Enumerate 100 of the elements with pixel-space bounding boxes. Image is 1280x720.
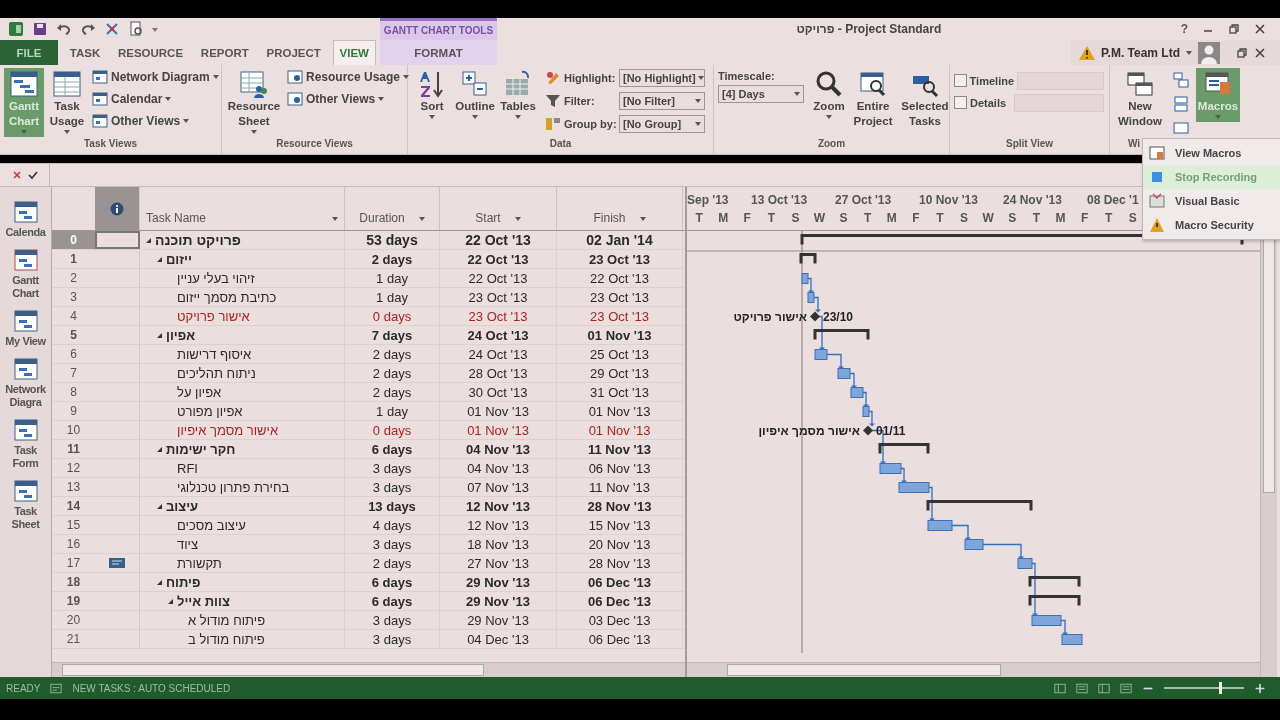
finish-date-cell: 20 Nov '13: [588, 536, 651, 552]
finish-date-cell: 01 Nov '13: [588, 422, 651, 438]
window-title: פרויקט - Project Standard: [795, 22, 943, 36]
start-date-cell: 12 Nov '13: [466, 498, 530, 514]
finish-date-cell: 23 Oct '13: [589, 251, 650, 267]
start-date-cell: 01 Nov '13: [467, 422, 529, 438]
duration-cell: 2 days: [372, 346, 412, 362]
start-date-cell: 01 Nov '13: [467, 403, 529, 419]
timescale-day: T: [855, 210, 880, 225]
context-tab-label: GANTT CHART TOOLS: [380, 18, 497, 40]
finish-date-cell: 23 Oct '13: [590, 289, 649, 305]
duration-cell: 6 days: [371, 574, 413, 590]
milestone-date: 01/11: [876, 423, 906, 438]
timescale-day: F: [735, 210, 760, 225]
task-name: איסוף דרישות: [177, 346, 252, 362]
start-date-cell: 23 Oct '13: [468, 308, 528, 324]
task-name: תקשורת: [177, 555, 222, 571]
start-date-cell: 04 Dec '13: [467, 631, 529, 647]
task-name: RFI: [177, 460, 198, 476]
field-label: Timescale:: [718, 70, 776, 82]
status-text: READY: [6, 682, 41, 694]
timescale-day: S: [1000, 210, 1025, 225]
timescale-day: M: [879, 210, 904, 225]
start-date-cell: 29 Nov '13: [467, 612, 529, 628]
timescale-label: 08 Dec '1: [1087, 192, 1139, 207]
start-date-cell: 30 Oct '13: [468, 384, 528, 400]
timescale-day: T: [1024, 210, 1049, 225]
duration-cell: 3 days: [372, 612, 412, 628]
duration-cell: 2 days: [372, 365, 412, 381]
finish-date-cell: 06 Dec '13: [587, 593, 652, 609]
timescale-day: M: [1048, 210, 1073, 225]
duration-cell: 6 days: [371, 441, 413, 457]
task-name: זיהוי בעלי עניין: [177, 270, 255, 286]
duration-cell: 0 days: [372, 308, 412, 324]
task-name: ייזום: [166, 251, 192, 267]
finish-date-cell: 01 Nov '13: [587, 327, 652, 343]
duration-cell: 2 days: [372, 384, 412, 400]
finish-date-cell: 11 Nov '13: [589, 479, 650, 495]
finish-date-cell: 31 Oct '13: [590, 384, 649, 400]
group-label: Zoom: [817, 138, 846, 151]
start-date-cell: 29 Nov '13: [466, 574, 530, 590]
task-name: עיצוב: [166, 498, 199, 514]
task-name: בחירת פתרון טכנלוגי: [177, 479, 290, 495]
group-label: Task Views: [84, 138, 137, 151]
task-name: פרויקט תוכנה: [155, 232, 241, 248]
duration-cell: 0 days: [372, 422, 412, 438]
timescale-day: T: [927, 210, 953, 225]
task-name: אישור פרויקט: [177, 308, 250, 324]
start-date-cell: 07 Nov '13: [467, 479, 529, 495]
field-label: Group by:: [564, 117, 616, 130]
timescale-day: W: [807, 210, 832, 225]
duration-cell: 53 days: [366, 232, 418, 248]
group-label: Data: [549, 138, 572, 151]
task-name: כתיבת מסמך ייזום: [177, 289, 277, 305]
group-label: Split View: [1005, 138, 1054, 151]
task-name: צוות אייל: [177, 593, 230, 609]
start-date-cell: 04 Nov '13: [467, 460, 529, 476]
finish-date-cell: 06 Dec '13: [587, 574, 652, 590]
duration-cell: 2 days: [371, 251, 413, 267]
start-date-cell: 24 Oct '13: [467, 327, 529, 343]
task-name: אישור מסמך איפיון: [177, 422, 279, 438]
task-name: ציוד: [177, 536, 199, 552]
start-date-cell: 28 Oct '13: [468, 365, 528, 381]
timescale-day: M: [711, 210, 736, 225]
task-name: אפיון: [166, 327, 196, 343]
task-name: אפיון על: [177, 384, 222, 400]
group-label: Resource Views: [276, 138, 353, 151]
group-label: Wi: [1127, 138, 1141, 151]
timescale-day: T: [759, 210, 784, 225]
start-date-cell: 04 Nov '13: [466, 441, 530, 457]
timescale-label: 27 Oct '13: [835, 192, 892, 207]
finish-date-cell: 06 Dec '13: [588, 631, 651, 647]
finish-date-cell: 01 Nov '13: [588, 403, 651, 419]
timescale-day: S: [831, 210, 856, 225]
duration-cell: 2 days: [372, 555, 412, 571]
milestone-label: אישור פרויקט: [733, 309, 807, 324]
status-text: NEW TASKS : AUTO SCHEDULED: [72, 682, 231, 694]
duration-cell: 6 days: [371, 593, 413, 609]
finish-date-cell: 22 Oct '13: [590, 270, 649, 286]
duration-cell: 1 day: [376, 289, 408, 305]
field-label: Highlight:: [564, 71, 616, 84]
duration-cell: 1 day: [376, 270, 408, 286]
timescale-day: T: [687, 210, 712, 225]
duration-cell: 4 days: [372, 517, 412, 533]
start-date-cell: 29 Nov '13: [466, 593, 530, 609]
duration-cell: 13 days: [368, 498, 416, 514]
timescale-day: F: [1072, 210, 1097, 225]
duration-cell: 7 days: [371, 327, 413, 343]
finish-date-cell: 25 Oct '13: [590, 346, 649, 362]
milestone-date: 23/10: [823, 309, 854, 324]
duration-cell: 3 days: [372, 536, 412, 552]
finish-date-cell: 11 Nov '13: [587, 441, 652, 457]
finish-date-cell: 15 Nov '13: [588, 517, 651, 533]
task-name: פיתוח מודול א: [188, 612, 266, 628]
start-date-cell: 18 Nov '13: [467, 536, 529, 552]
duration-cell: 3 days: [372, 631, 412, 647]
timescale-label: Sep '13: [687, 192, 729, 207]
finish-date-cell: 03 Dec '13: [588, 612, 651, 628]
checkbox-label: Details: [970, 96, 1007, 109]
milestone-label: אישור מסמך איפיון: [758, 423, 860, 438]
